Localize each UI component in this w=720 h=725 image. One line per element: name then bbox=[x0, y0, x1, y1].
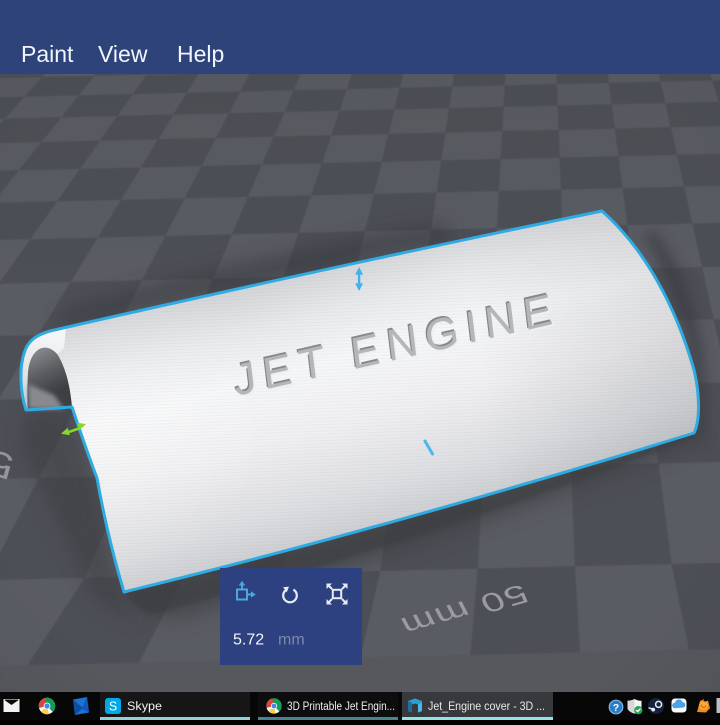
svg-text:5.72: 5.72 bbox=[233, 632, 264, 649]
svg-text:S: S bbox=[109, 699, 117, 713]
svg-text:Jet_Engine cover - 3D ...: Jet_Engine cover - 3D ... bbox=[428, 701, 545, 713]
svg-text:Skype: Skype bbox=[127, 701, 162, 713]
svg-text:?: ? bbox=[613, 702, 619, 714]
svg-text:3D Printable Jet Engin...: 3D Printable Jet Engin... bbox=[287, 701, 395, 713]
svg-text:mm: mm bbox=[278, 632, 305, 649]
